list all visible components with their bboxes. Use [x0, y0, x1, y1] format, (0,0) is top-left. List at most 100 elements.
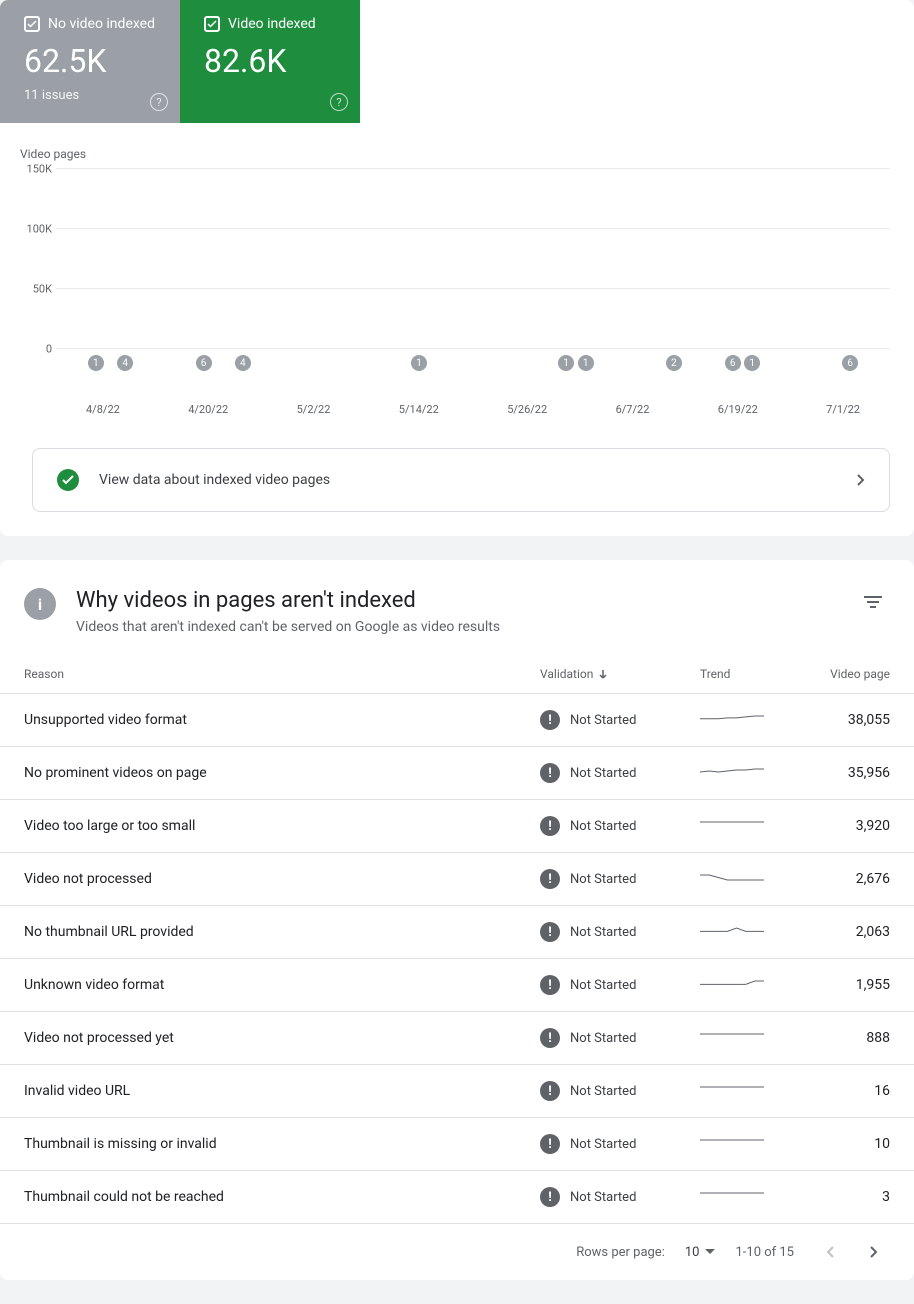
- exclamation-icon: !: [540, 1134, 560, 1154]
- view-indexed-pages-link[interactable]: View data about indexed video pages: [32, 448, 890, 512]
- row-pages: 10: [800, 1136, 890, 1152]
- row-validation: !Not Started: [540, 763, 700, 783]
- row-pages: 3: [800, 1189, 890, 1205]
- row-validation: !Not Started: [540, 869, 700, 889]
- tab-no-video-indexed[interactable]: No video indexed 62.5K 11 issues ?: [0, 0, 180, 123]
- row-reason: No prominent videos on page: [24, 765, 540, 781]
- table-row[interactable]: No prominent videos on page!Not Started 3…: [0, 747, 914, 800]
- row-validation: !Not Started: [540, 1187, 700, 1207]
- row-validation: !Not Started: [540, 922, 700, 942]
- row-pages: 3,920: [800, 818, 890, 834]
- col-trend[interactable]: Trend: [700, 667, 800, 681]
- check-circle-icon: [57, 469, 79, 491]
- exclamation-icon: !: [540, 710, 560, 730]
- col-reason[interactable]: Reason: [24, 667, 540, 681]
- row-trend: [700, 712, 800, 728]
- rows-per-page-select[interactable]: 10: [685, 1245, 716, 1260]
- sort-down-icon: [597, 668, 609, 680]
- tab-video-indexed[interactable]: Video indexed 82.6K ?: [180, 0, 360, 123]
- section-subtitle: Videos that aren't indexed can't be serv…: [76, 619, 836, 635]
- tab-label: No video indexed: [48, 16, 155, 32]
- row-pages: 16: [800, 1083, 890, 1099]
- row-validation: !Not Started: [540, 816, 700, 836]
- chart-ylabel: Video pages: [20, 147, 890, 161]
- exclamation-icon: !: [540, 816, 560, 836]
- row-validation: !Not Started: [540, 975, 700, 995]
- row-trend: [700, 924, 800, 940]
- row-pages: 1,955: [800, 977, 890, 993]
- event-badge[interactable]: 1: [744, 355, 760, 371]
- row-pages: 888: [800, 1030, 890, 1046]
- row-pages: 2,063: [800, 924, 890, 940]
- row-trend: [700, 1189, 800, 1205]
- row-validation: !Not Started: [540, 1028, 700, 1048]
- event-badge[interactable]: 1: [88, 355, 104, 371]
- event-badge[interactable]: 1: [558, 355, 574, 371]
- col-validation[interactable]: Validation: [540, 667, 700, 681]
- event-badge[interactable]: 6: [196, 355, 212, 371]
- video-pages-chart: Video pages 050K100K150K 14641112616 4/8…: [0, 123, 914, 448]
- tab-value: 82.6K: [204, 42, 336, 80]
- exclamation-icon: !: [540, 1081, 560, 1101]
- checkbox-icon: [204, 16, 220, 32]
- row-reason: Invalid video URL: [24, 1083, 540, 1099]
- dropdown-icon: [705, 1249, 715, 1255]
- event-badge[interactable]: 6: [842, 355, 858, 371]
- row-reason: Video too large or too small: [24, 818, 540, 834]
- exclamation-icon: !: [540, 922, 560, 942]
- table-row[interactable]: Unknown video format!Not Started 1,955: [0, 959, 914, 1012]
- table-row[interactable]: Thumbnail is missing or invalid!Not Star…: [0, 1118, 914, 1171]
- event-badge[interactable]: 6: [725, 355, 741, 371]
- exclamation-icon: !: [540, 869, 560, 889]
- row-reason: Video not processed: [24, 871, 540, 887]
- filter-icon[interactable]: [856, 588, 890, 616]
- table-row[interactable]: No thumbnail URL provided!Not Started 2,0…: [0, 906, 914, 959]
- row-trend: [700, 1136, 800, 1152]
- row-reason: Thumbnail is missing or invalid: [24, 1136, 540, 1152]
- help-icon[interactable]: ?: [150, 93, 168, 111]
- table-row[interactable]: Thumbnail could not be reached!Not Start…: [0, 1171, 914, 1224]
- pagination-range: 1-10 of 15: [735, 1245, 794, 1260]
- row-reason: Unknown video format: [24, 977, 540, 993]
- table-row[interactable]: Video too large or too small!Not Started…: [0, 800, 914, 853]
- event-badge[interactable]: 1: [411, 355, 427, 371]
- row-validation: !Not Started: [540, 1134, 700, 1154]
- row-reason: No thumbnail URL provided: [24, 924, 540, 940]
- event-badge[interactable]: 1: [578, 355, 594, 371]
- event-badge[interactable]: 4: [117, 355, 133, 371]
- table-row[interactable]: Video not processed!Not Started 2,676: [0, 853, 914, 906]
- row-trend: [700, 765, 800, 781]
- chevron-right-icon: [857, 474, 865, 486]
- row-reason: Thumbnail could not be reached: [24, 1189, 540, 1205]
- row-pages: 35,956: [800, 765, 890, 781]
- table-row[interactable]: Unsupported video format!Not Started 38,0…: [0, 694, 914, 747]
- row-trend: [700, 1030, 800, 1046]
- exclamation-icon: !: [540, 1187, 560, 1207]
- event-badge[interactable]: 4: [235, 355, 251, 371]
- help-icon[interactable]: ?: [330, 93, 348, 111]
- link-text: View data about indexed video pages: [99, 472, 837, 488]
- info-icon: i: [24, 588, 56, 620]
- prev-page-button: [814, 1236, 846, 1268]
- section-title: Why videos in pages aren't indexed: [76, 588, 836, 613]
- row-trend: [700, 818, 800, 834]
- row-trend: [700, 871, 800, 887]
- table-row[interactable]: Video not processed yet!Not Started888: [0, 1012, 914, 1065]
- tab-label: Video indexed: [228, 16, 316, 32]
- row-pages: 2,676: [800, 871, 890, 887]
- exclamation-icon: !: [540, 763, 560, 783]
- col-pages[interactable]: Video page: [800, 667, 890, 681]
- next-page-button[interactable]: [858, 1236, 890, 1268]
- row-reason: Unsupported video format: [24, 712, 540, 728]
- row-pages: 38,055: [800, 712, 890, 728]
- row-validation: !Not Started: [540, 710, 700, 730]
- row-trend: [700, 977, 800, 993]
- tab-issues: 11 issues: [24, 88, 156, 103]
- table-row[interactable]: Invalid video URL!Not Started16: [0, 1065, 914, 1118]
- checkbox-icon: [24, 16, 40, 32]
- table-header: Reason Validation Trend Video page: [0, 655, 914, 694]
- rows-per-page-label: Rows per page:: [576, 1245, 665, 1260]
- event-badge[interactable]: 2: [666, 355, 682, 371]
- exclamation-icon: !: [540, 975, 560, 995]
- exclamation-icon: !: [540, 1028, 560, 1048]
